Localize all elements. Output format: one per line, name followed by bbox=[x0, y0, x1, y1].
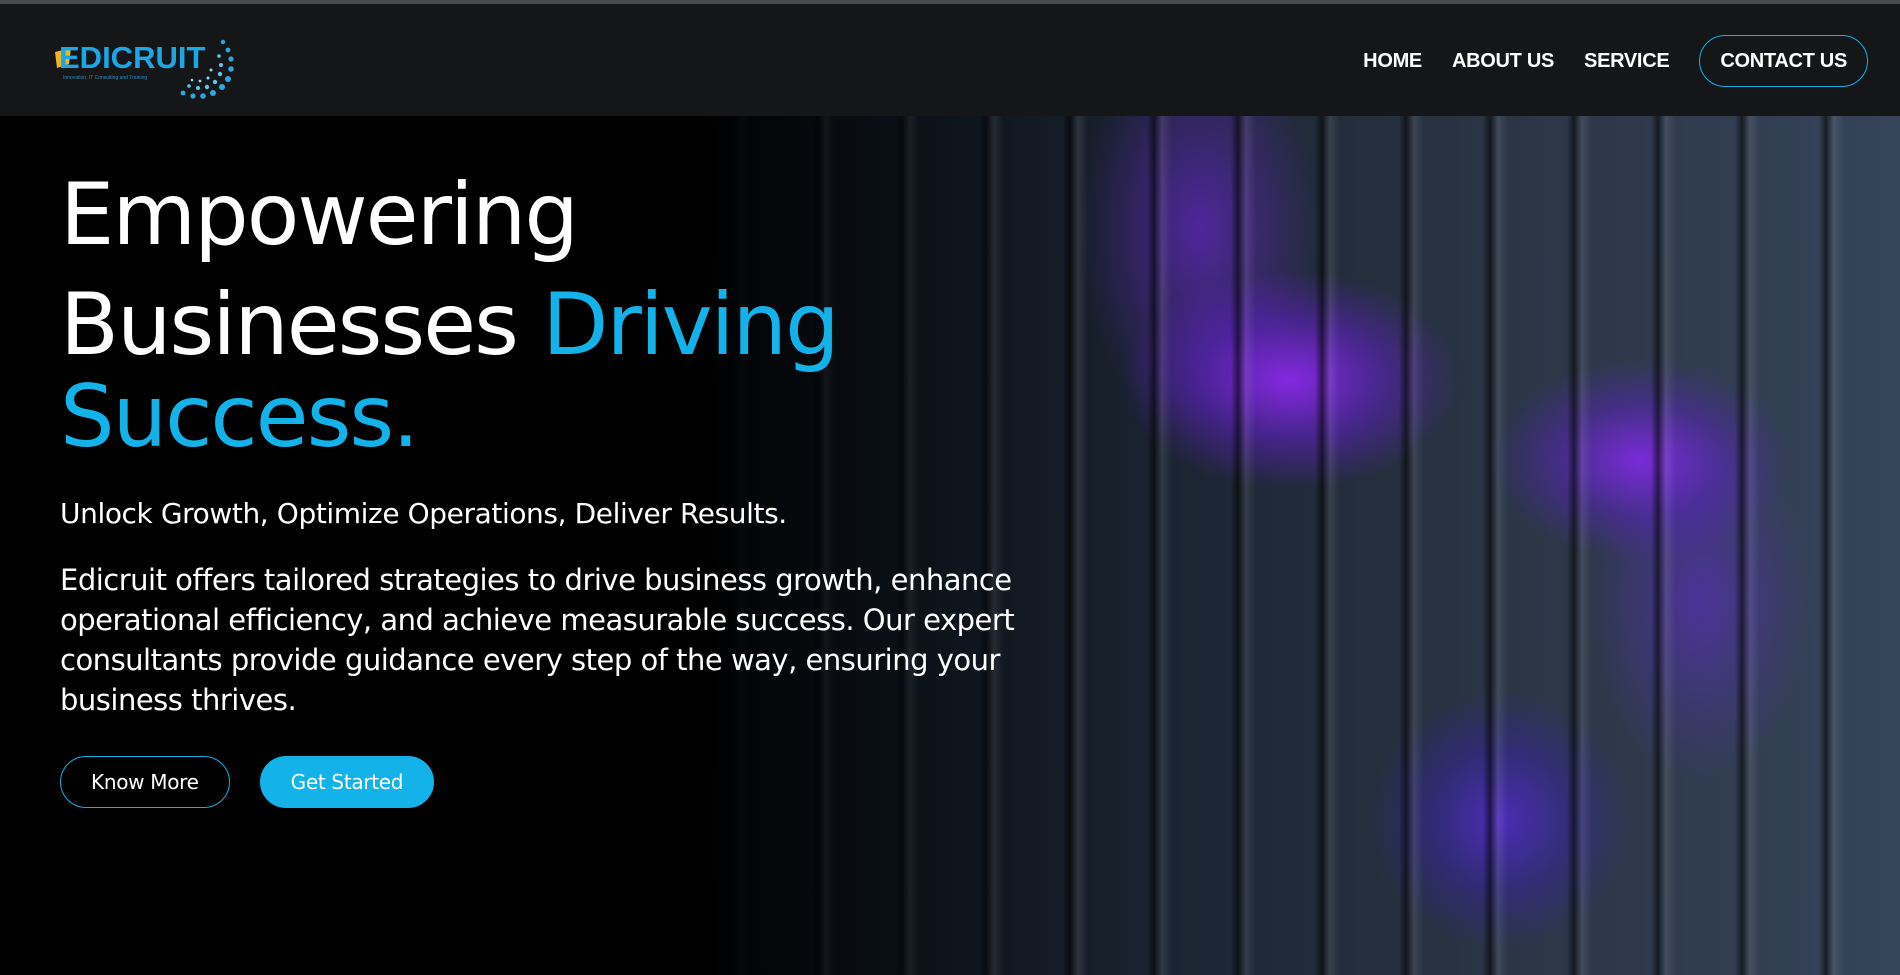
hero-description: Edicruit offers tailored strategies to d… bbox=[60, 563, 1015, 717]
hero-headline: Empowering Businesses Driving Success. bbox=[60, 160, 1040, 472]
headline-line-1: Empowering bbox=[60, 165, 579, 265]
hero-tagline: Unlock Growth, Optimize Operations, Deli… bbox=[60, 497, 787, 530]
logo-graphic: EDICRUIT Innovation, IT Consulting and T… bbox=[55, 39, 234, 99]
contact-us-button[interactable]: CONTACT US bbox=[1699, 35, 1868, 87]
get-started-button[interactable]: Get Started bbox=[259, 756, 435, 808]
hero-section: Empowering Businesses Driving Success. Unl… bbox=[60, 160, 1040, 808]
nav-link-home[interactable]: HOME bbox=[1363, 50, 1422, 73]
headline-accent-driving: Driving bbox=[542, 275, 839, 375]
headline-accent-success: Success. bbox=[60, 367, 420, 467]
nav-link-service[interactable]: SERVICE bbox=[1584, 50, 1670, 73]
window-top-border bbox=[0, 0, 1900, 4]
page: EDICRUIT Innovation, IT Consulting and T… bbox=[0, 0, 1900, 975]
know-more-button[interactable]: Know More bbox=[60, 756, 230, 808]
main-nav: HOME ABOUT US SERVICE CONTACT US bbox=[1363, 35, 1868, 87]
brand-logo[interactable]: EDICRUIT Innovation, IT Consulting and T… bbox=[55, 34, 235, 106]
nav-link-about-us[interactable]: ABOUT US bbox=[1452, 50, 1554, 73]
svg-text:Innovation, IT Consulting and: Innovation, IT Consulting and Training bbox=[63, 75, 147, 81]
headline-line-2: Businesses bbox=[60, 275, 543, 375]
hero-buttons: Know More Get Started bbox=[60, 756, 1040, 808]
navbar: EDICRUIT Innovation, IT Consulting and T… bbox=[0, 4, 1900, 116]
svg-text:EDICRUIT: EDICRUIT bbox=[59, 40, 205, 75]
